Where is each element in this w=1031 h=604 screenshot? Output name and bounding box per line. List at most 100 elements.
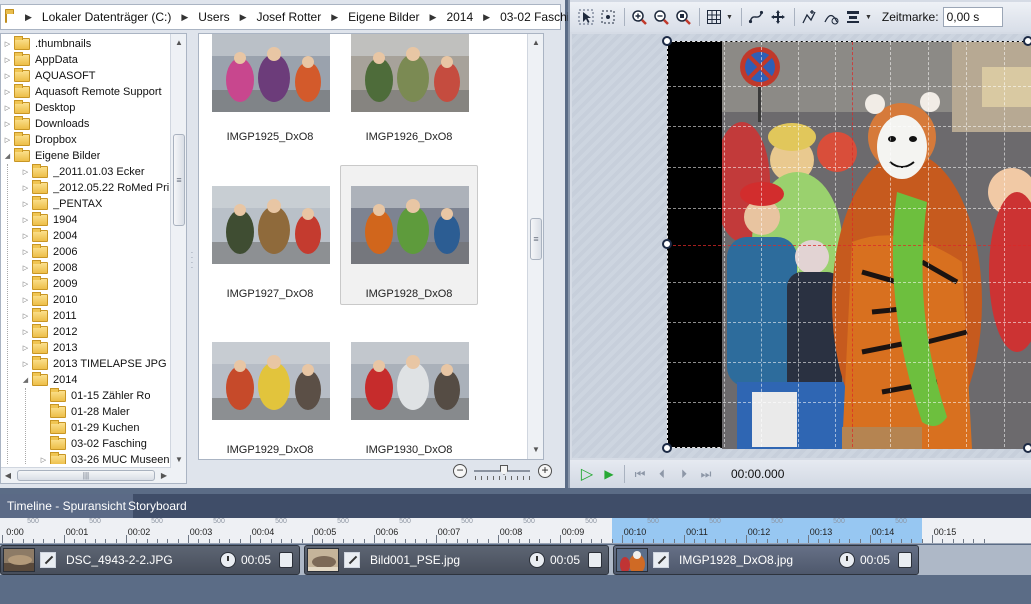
tree-item[interactable]: ▷ AQUASOFT — [3, 68, 96, 84]
collapse-arrow-icon[interactable]: ◢ — [21, 376, 30, 384]
play-from-cursor-icon[interactable]: ▶ — [598, 463, 620, 485]
tree-item[interactable]: ▷ 2008 — [21, 260, 77, 276]
expand-arrow-icon[interactable]: ▷ — [21, 280, 30, 288]
select-arrow-icon[interactable] — [576, 7, 596, 27]
tree-item[interactable]: ▷ 2004 — [21, 228, 77, 244]
tree-item[interactable]: ▷ .thumbnails — [3, 36, 91, 52]
expand-arrow-icon[interactable]: ▷ — [3, 40, 12, 48]
tree-item[interactable]: ▷ AppData — [3, 52, 78, 68]
breadcrumb-segment[interactable]: Josef Rotter — [257, 10, 322, 24]
zoom-in-button[interactable]: + — [538, 464, 552, 478]
expand-arrow-icon[interactable]: ▷ — [21, 360, 30, 368]
tree-item[interactable]: ▷ _2012.05.22 RoMed Pri — [21, 180, 169, 196]
expand-arrow-icon[interactable]: ▷ — [21, 312, 30, 320]
trash-icon[interactable] — [898, 552, 912, 568]
thumbnail[interactable]: IMGP1929_DxO8 — [201, 321, 339, 459]
zoom-slider-handle[interactable] — [500, 465, 508, 475]
expand-arrow-icon[interactable]: ▷ — [3, 136, 12, 144]
align-dropdown-icon[interactable]: ▼ — [865, 14, 872, 21]
resize-handle-bottom-right[interactable] — [1023, 443, 1031, 453]
add-keyframe-icon[interactable] — [799, 7, 819, 27]
scroll-up-icon[interactable]: ▲ — [528, 36, 543, 50]
timeline-ruler[interactable]: 0:00 500 00:01 500 00:02 500 00:03 500 00:04 500 0… — [0, 518, 1031, 544]
time-marker-input[interactable] — [942, 7, 1003, 27]
previous-frame-icon[interactable]: ⏴ — [651, 463, 673, 485]
scrollbar-thumb[interactable] — [173, 134, 185, 226]
zoom-out-button[interactable]: − — [453, 464, 467, 478]
trash-icon[interactable] — [279, 552, 293, 568]
breadcrumb-segment[interactable]: Users — [198, 10, 229, 24]
breadcrumb-segment[interactable]: Lokaler Datenträger (C:) — [42, 10, 171, 24]
breadcrumb-segment[interactable]: Eigene Bilder — [348, 10, 419, 24]
tree-item[interactable]: ▷ 2013 TIMELAPSE JPG — [21, 356, 167, 372]
expand-arrow-icon[interactable]: ▷ — [21, 184, 30, 192]
thumbnail[interactable]: IMGP1927_DxO8 — [201, 165, 339, 305]
expand-arrow-icon[interactable]: ▷ — [3, 56, 12, 64]
move-icon[interactable] — [768, 7, 788, 27]
tree-item[interactable]: ▷ 2010 — [21, 292, 77, 308]
skip-to-start-icon[interactable]: ⏮ — [629, 463, 651, 485]
resize-handle-bottom-left[interactable] — [662, 443, 672, 453]
resize-handle-top-left[interactable] — [662, 36, 672, 46]
next-frame-icon[interactable]: ⏵ — [673, 463, 695, 485]
thumbnail[interactable]: IMGP1930_DxO8 — [340, 321, 478, 459]
tree-item[interactable]: ▷ Dropbox — [3, 132, 77, 148]
expand-arrow-icon[interactable]: ▷ — [39, 456, 48, 464]
keyframe-curve-icon[interactable] — [821, 7, 841, 27]
tree-item[interactable]: ◢ Eigene Bilder — [3, 148, 100, 164]
scrollbar-thumb[interactable] — [530, 218, 542, 260]
scroll-left-icon[interactable]: ◀ — [1, 468, 15, 483]
tree-item[interactable]: ▷ Aquasoft Remote Support — [3, 84, 162, 100]
tab-timeline-track-view[interactable]: Timeline - Spuransicht — [0, 494, 133, 518]
preview-frame[interactable] — [667, 41, 1031, 449]
zoom-out-icon[interactable] — [651, 7, 671, 27]
expand-arrow-icon[interactable]: ▷ — [3, 120, 12, 128]
tree-item[interactable]: ▷ 2011 — [21, 308, 77, 324]
clip-effects-icon[interactable] — [40, 552, 56, 568]
tree-item[interactable]: ▷ 2013 — [21, 340, 77, 356]
expand-arrow-icon[interactable]: ▷ — [3, 72, 12, 80]
timeline-clip[interactable]: Bild001_PSE.jpg 00:05 — [304, 545, 609, 575]
scroll-right-icon[interactable]: ▶ — [157, 468, 171, 483]
tree-item[interactable]: ▷ 2012 — [21, 324, 77, 340]
breadcrumb-separator-icon[interactable]: ▶ — [171, 12, 198, 23]
expand-arrow-icon[interactable]: ▷ — [21, 248, 30, 256]
tree-item[interactable]: ▷ 1904 — [21, 212, 77, 228]
expand-arrow-icon[interactable]: ▷ — [21, 168, 30, 176]
thumbnail[interactable]: IMGP1926_DxO8 — [340, 34, 478, 166]
breadcrumb-separator-icon[interactable]: ▶ — [420, 12, 447, 23]
preview-stage[interactable] — [572, 34, 1031, 458]
clip-effects-icon[interactable] — [344, 552, 360, 568]
tree-item[interactable]: 01-29 Kuchen — [39, 420, 140, 436]
pane-splitter-grip[interactable]: · · · · — [189, 249, 195, 272]
expand-arrow-icon[interactable]: ▷ — [21, 264, 30, 272]
zoom-in-icon[interactable] — [629, 7, 649, 27]
breadcrumb-separator-icon[interactable]: ▶ — [473, 12, 500, 23]
expand-arrow-icon[interactable]: ▷ — [21, 216, 30, 224]
expand-arrow-icon[interactable]: ▷ — [21, 296, 30, 304]
zoom-fit-icon[interactable] — [673, 7, 693, 27]
tree-item[interactable]: ◢ 2014 — [21, 372, 77, 388]
trash-icon[interactable] — [588, 552, 602, 568]
breadcrumb-segment[interactable]: 2014 — [446, 10, 473, 24]
resize-handle-middle-left[interactable] — [662, 239, 672, 249]
scrollbar-thumb[interactable]: ||| — [17, 470, 155, 481]
tree-item[interactable]: 03-02 Fasching — [39, 436, 147, 452]
tree-horizontal-scrollbar[interactable]: ◀ ||| ▶ — [1, 467, 171, 483]
timeline-empty-area[interactable] — [0, 575, 1031, 604]
select-region-icon[interactable] — [598, 7, 618, 27]
grid-dropdown-icon[interactable]: ▼ — [726, 14, 733, 21]
thumbnail-selected[interactable]: IMGP1928_DxO8 — [340, 165, 478, 305]
tree-item[interactable]: ▷ Downloads — [3, 116, 89, 132]
scroll-down-icon[interactable]: ▼ — [171, 453, 186, 467]
tree-item[interactable]: 01-28 Maler — [39, 404, 130, 420]
expand-arrow-icon[interactable]: ▷ — [21, 200, 30, 208]
resize-handle-top-right[interactable] — [1023, 36, 1031, 46]
breadcrumb-separator-icon[interactable]: ▶ — [15, 12, 42, 23]
thumbnail[interactable]: IMGP1925_DxO8 — [201, 34, 339, 166]
tab-storyboard[interactable]: Storyboard — [121, 494, 194, 518]
tree-item[interactable]: ▷ 2009 — [21, 276, 77, 292]
timeline-clip[interactable]: DSC_4943-2-2.JPG 00:05 — [0, 545, 300, 575]
scroll-down-icon[interactable]: ▼ — [528, 443, 543, 457]
motion-path-icon[interactable] — [746, 7, 766, 27]
